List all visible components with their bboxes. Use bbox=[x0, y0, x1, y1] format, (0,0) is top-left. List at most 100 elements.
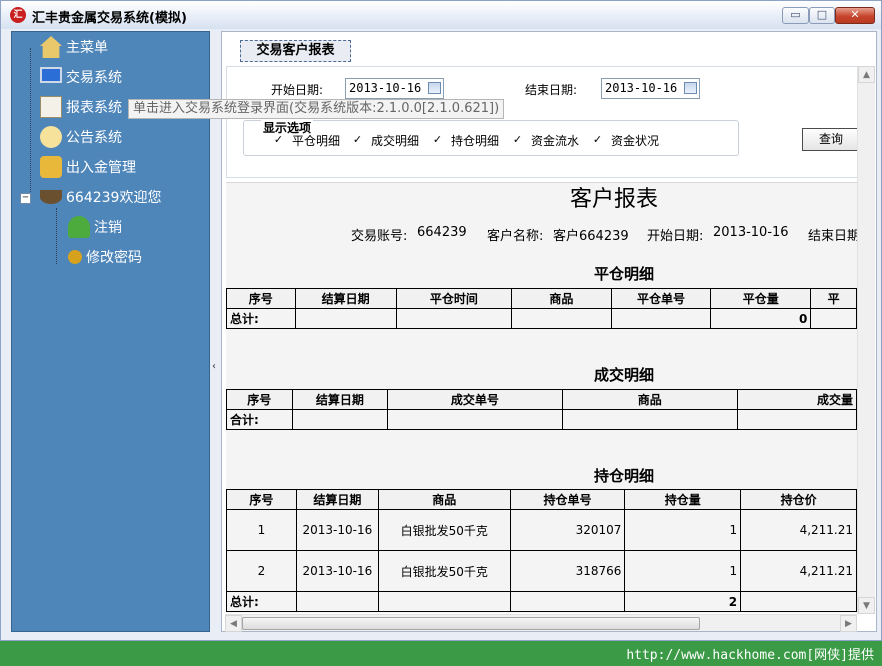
sidebar-tree: 主菜单 交易系统 报表系统 公告系统 出入金管理 − 664239欢迎您 注销 bbox=[11, 31, 210, 632]
option-fund-flow[interactable]: ✓ 资金流水 bbox=[512, 132, 579, 149]
section-title-deal: 成交明细 bbox=[594, 366, 655, 384]
checkbox-icon[interactable]: ✓ bbox=[432, 134, 443, 146]
report-panel: 交易客户报表 开始日期: 2013-10-16 结束日期: 2013-10-16… bbox=[221, 31, 877, 632]
end-date-label: 结束日期: bbox=[525, 83, 578, 97]
start-date-field[interactable]: 2013-10-16 bbox=[345, 78, 444, 99]
option-label: 资金状况 bbox=[611, 134, 660, 148]
table-cell bbox=[736, 409, 857, 430]
customer-name-value: 客户664239 bbox=[553, 229, 629, 244]
customer-name-label: 客户名称: bbox=[487, 229, 544, 244]
table-header-row: 序号 结算日期 平仓时间 商品 平仓单号 平仓量 平 bbox=[226, 288, 857, 309]
column-header: 结算日期 bbox=[295, 489, 379, 510]
table-header-row: 序号 结算日期 成交单号 商品 成交量 bbox=[226, 389, 857, 410]
start-date-value: 2013-10-16 bbox=[349, 81, 422, 95]
report-end-label: 结束日期 bbox=[808, 229, 857, 244]
tooltip-trading-version: 单击进入交易系统登录界面(交易系统版本:2.1.0.0[2.1.0.621]) bbox=[128, 99, 505, 119]
position-qty: 1 bbox=[624, 550, 742, 592]
option-position-details[interactable]: ✓ 持仓明细 bbox=[432, 132, 499, 149]
scroll-down-icon[interactable]: ▼ bbox=[858, 597, 875, 614]
table-cell bbox=[387, 409, 563, 430]
product-name: 白银批发50千克 bbox=[377, 550, 511, 592]
scroll-right-icon[interactable]: ▶ bbox=[840, 615, 857, 632]
column-header: 商品 bbox=[510, 288, 612, 309]
maximize-button[interactable]: □ bbox=[809, 7, 835, 24]
sidebar-item-trading-system[interactable]: 交易系统 bbox=[40, 65, 122, 89]
calendar-icon[interactable] bbox=[684, 82, 697, 94]
scroll-left-icon[interactable]: ◀ bbox=[225, 615, 242, 632]
window-title: 汇丰贵金属交易系统(模拟) bbox=[32, 11, 187, 26]
coffee-cup-icon bbox=[40, 190, 62, 204]
sidebar-item-change-password[interactable]: 修改密码 bbox=[68, 245, 142, 269]
column-header: 持仓量 bbox=[624, 489, 742, 510]
column-header: 序号 bbox=[226, 489, 297, 510]
position-price: 4,211.21 bbox=[740, 509, 857, 551]
sidebar-item-report-system[interactable]: 报表系统 bbox=[40, 95, 122, 119]
sidebar-item-main-menu[interactable]: 主菜单 bbox=[40, 35, 108, 59]
scroll-up-icon[interactable]: ▲ bbox=[858, 66, 875, 83]
calendar-icon[interactable] bbox=[428, 82, 441, 94]
column-header: 序号 bbox=[226, 288, 296, 309]
total-label: 合计: bbox=[226, 409, 293, 430]
sidebar-item-funds-management[interactable]: 出入金管理 bbox=[40, 155, 136, 179]
footer-credit: http://www.hackhome.com[网侠]提供 bbox=[626, 648, 874, 663]
speech-bubble-icon bbox=[40, 126, 62, 148]
option-deal-details[interactable]: ✓ 成交明细 bbox=[352, 132, 419, 149]
panel-splitter[interactable]: ‹ bbox=[210, 31, 221, 632]
close-button[interactable]: ✕ bbox=[835, 7, 875, 24]
minimize-button[interactable]: ▭ bbox=[782, 7, 809, 24]
sidebar-item-logout[interactable]: 注销 bbox=[68, 215, 122, 239]
checkbox-icon[interactable]: ✓ bbox=[273, 134, 284, 146]
table-cell bbox=[291, 409, 389, 430]
vertical-scrollbar[interactable]: ▲ ▼ bbox=[857, 66, 875, 614]
scroll-thumb[interactable] bbox=[242, 617, 700, 630]
footer-bar: http://www.hackhome.com[网侠]提供 bbox=[0, 641, 882, 666]
position-price: 4,211.21 bbox=[740, 550, 857, 592]
checkbox-icon[interactable]: ✓ bbox=[592, 134, 603, 146]
sidebar-item-announcements[interactable]: 公告系统 bbox=[40, 125, 122, 149]
table-cell bbox=[294, 308, 397, 329]
table-row: 1 2013-10-16 白银批发50千克 320107 1 4,211.21 bbox=[226, 509, 857, 551]
column-header: 成交量 bbox=[736, 389, 857, 410]
column-header: 平仓时间 bbox=[395, 288, 512, 309]
tree-collapse-toggle[interactable]: − bbox=[20, 193, 31, 204]
product-name: 白银批发50千克 bbox=[377, 509, 511, 551]
column-header: 结算日期 bbox=[294, 288, 397, 309]
horizontal-scrollbar[interactable]: ◀ ▶ bbox=[225, 614, 857, 632]
tree-line bbox=[56, 208, 57, 264]
settle-date: 2013-10-16 bbox=[295, 550, 379, 592]
row-number: 1 bbox=[226, 509, 297, 551]
query-button[interactable]: 查询 bbox=[802, 128, 860, 151]
end-date-field[interactable]: 2013-10-16 bbox=[601, 78, 700, 99]
collapse-arrow-icon[interactable]: ‹ bbox=[212, 361, 216, 372]
coins-icon bbox=[40, 156, 62, 178]
checkbox-icon[interactable]: ✓ bbox=[352, 134, 363, 146]
sidebar-item-label: 修改密码 bbox=[86, 250, 142, 266]
option-fund-status[interactable]: ✓ 资金状况 bbox=[592, 132, 659, 149]
table-cell bbox=[509, 591, 626, 612]
sidebar-item-user-welcome[interactable]: 664239欢迎您 bbox=[40, 185, 161, 209]
account-label: 交易账号: bbox=[351, 229, 408, 244]
checkbox-icon[interactable]: ✓ bbox=[512, 134, 523, 146]
report-title: 客户报表 bbox=[569, 187, 658, 212]
table-cell bbox=[740, 591, 857, 612]
option-close-details[interactable]: ✓ 平仓明细 bbox=[273, 132, 340, 149]
start-date-label: 开始日期: bbox=[271, 83, 324, 97]
sidebar-item-label: 出入金管理 bbox=[66, 160, 136, 176]
report-start-label: 开始日期: bbox=[647, 229, 704, 244]
column-header: 成交单号 bbox=[387, 389, 563, 410]
option-label: 持仓明细 bbox=[451, 134, 500, 148]
tab-customer-report[interactable]: 交易客户报表 bbox=[240, 40, 351, 62]
section-title-position: 持仓明细 bbox=[594, 467, 655, 485]
column-header: 平 bbox=[810, 288, 857, 309]
position-details-table: 序号 结算日期 商品 持仓单号 持仓量 持仓价 1 2013-10-16 白银批… bbox=[226, 489, 857, 612]
table-row-total: 总计: 0 bbox=[226, 308, 857, 329]
sidebar-item-label: 主菜单 bbox=[66, 40, 108, 56]
option-label: 平仓明细 bbox=[292, 134, 341, 148]
sidebar-item-label: 报表系统 bbox=[66, 100, 122, 116]
total-quantity: 2 bbox=[624, 591, 742, 612]
table-cell bbox=[610, 308, 712, 329]
deal-details-table: 序号 结算日期 成交单号 商品 成交量 合计: bbox=[226, 389, 857, 430]
total-label: 总计: bbox=[226, 308, 296, 329]
table-header-row: 序号 结算日期 商品 持仓单号 持仓量 持仓价 bbox=[226, 489, 857, 510]
column-header: 商品 bbox=[561, 389, 738, 410]
